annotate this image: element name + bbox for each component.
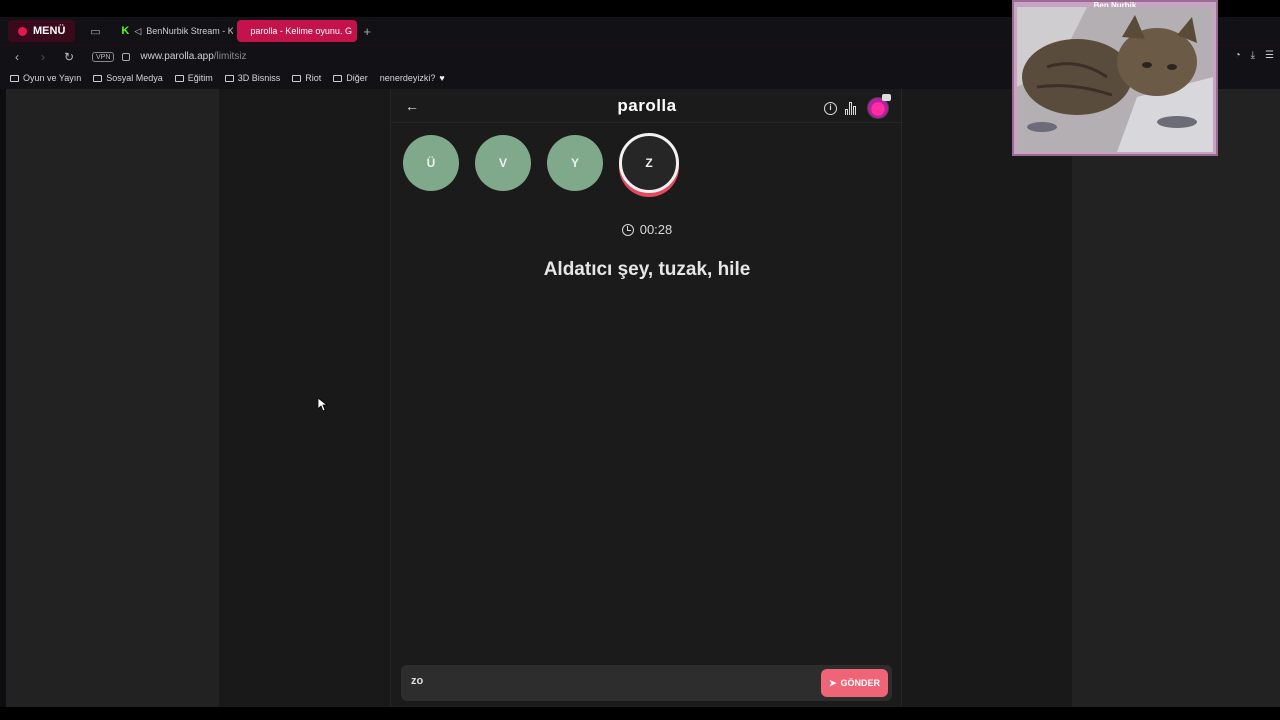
folder-icon bbox=[333, 74, 343, 82]
letter-bubble-correct: V bbox=[475, 135, 531, 191]
info-icon[interactable]: i bbox=[824, 101, 837, 115]
letter-wheel: Ü V Y Z bbox=[403, 133, 679, 193]
browser-toolbar-right: ◔ ⤓ ☰ bbox=[1235, 50, 1274, 61]
bottom-strip bbox=[0, 707, 1280, 720]
forward-icon[interactable]: › bbox=[34, 50, 52, 64]
reload-icon[interactable]: ↻ bbox=[60, 50, 78, 64]
cat-picture bbox=[1017, 7, 1213, 152]
bookmark-nenerdeyizki[interactable]: nenerdeyizki? ♥ bbox=[380, 73, 445, 83]
profile-icon[interactable]: ◔ bbox=[1235, 50, 1241, 61]
opera-logo-icon bbox=[18, 26, 27, 36]
bookmark-label: Eğitim bbox=[187, 73, 213, 83]
page-right-gutter bbox=[1072, 89, 1280, 707]
letter-bubble-current: Z bbox=[619, 133, 679, 193]
page-left-gutter bbox=[6, 89, 219, 707]
bookmark-3d-bisniss[interactable]: 3D Bisniss bbox=[224, 73, 281, 83]
kick-logo-icon: K bbox=[121, 25, 130, 37]
back-icon[interactable]: ‹ bbox=[8, 50, 26, 64]
tab-label: BenNurbik Stream - K bbox=[146, 26, 234, 36]
url-field[interactable]: www.parolla.app/limitsiz bbox=[140, 51, 246, 62]
bookmark-diger[interactable]: Diğer bbox=[333, 73, 368, 83]
speaker-muted-icon[interactable]: ◁ bbox=[134, 26, 141, 37]
heart-icon: ♥ bbox=[439, 73, 445, 83]
bookmark-sosyal-medya[interactable]: Sosyal Medya bbox=[93, 73, 163, 83]
question-text: Aldatıcı şey, tuzak, hile bbox=[543, 259, 751, 280]
letter-bubble-correct: Ü bbox=[403, 135, 459, 191]
webcam-cat-image bbox=[1017, 7, 1213, 152]
gamepad-icon[interactable]: ▭ bbox=[81, 25, 109, 38]
bookmark-riot[interactable]: Riot bbox=[292, 73, 321, 83]
game-header: ← parolla i bbox=[391, 89, 903, 123]
send-arrow-icon: ➤ bbox=[828, 677, 837, 688]
tab-parolla[interactable]: parolla - Kelime oyunu. G bbox=[237, 20, 358, 42]
easy-setup-icon[interactable]: ☰ bbox=[1265, 50, 1274, 61]
url-domain: www.parolla.app bbox=[140, 51, 214, 62]
timer: 00:28 bbox=[391, 222, 903, 237]
mouse-cursor-icon bbox=[318, 398, 328, 412]
lock-icon[interactable] bbox=[122, 52, 131, 61]
bookmark-label: Diğer bbox=[346, 73, 368, 83]
url-path: /limitsiz bbox=[213, 51, 247, 62]
answer-input[interactable] bbox=[411, 675, 801, 687]
bookmark-label: 3D Bisniss bbox=[237, 73, 281, 83]
folder-icon bbox=[174, 74, 184, 82]
bookmark-label: nenerdeyizki? bbox=[379, 73, 436, 83]
bookmark-egitim[interactable]: Eğitim bbox=[174, 73, 213, 83]
game-panel: ← parolla i Ü V Y Z 00:28 Aldatıcı şey, … bbox=[390, 89, 903, 707]
bookmark-label: Sosyal Medya bbox=[106, 73, 163, 83]
folder-icon bbox=[292, 74, 302, 82]
browser-menu-button[interactable]: MENÜ bbox=[8, 20, 76, 42]
bookmark-label: Riot bbox=[305, 73, 322, 83]
bookmark-oyun-ve-yayin[interactable]: Oyun ve Yayın bbox=[10, 73, 81, 83]
webcam-overlay: Ben Nurbik bbox=[1012, 0, 1218, 156]
tab-kick-stream[interactable]: K ◁ BenNurbik Stream - K bbox=[113, 20, 233, 42]
menu-label: MENÜ bbox=[33, 25, 66, 37]
send-label: GÖNDER bbox=[840, 678, 881, 688]
clock-icon bbox=[621, 223, 634, 236]
header-actions: i bbox=[824, 94, 891, 119]
vpn-badge[interactable]: VPN bbox=[92, 51, 115, 62]
download-icon[interactable]: ⤓ bbox=[1251, 50, 1255, 61]
bookmark-label: Oyun ve Yayın bbox=[23, 73, 82, 83]
folder-icon bbox=[10, 74, 19, 82]
folder-icon bbox=[224, 74, 234, 82]
screen: MENÜ ▭ K ◁ BenNurbik Stream - K parolla … bbox=[0, 0, 1280, 720]
tab-label: parolla - Kelime oyunu. G bbox=[250, 26, 352, 36]
folder-icon bbox=[93, 74, 103, 82]
avatar[interactable] bbox=[867, 94, 891, 119]
new-tab-button[interactable]: + bbox=[363, 24, 371, 39]
stats-chart-icon[interactable] bbox=[845, 101, 859, 115]
letter-bubble-correct: Y bbox=[547, 135, 603, 191]
send-button[interactable]: ➤ GÖNDER bbox=[821, 669, 888, 697]
answer-form: ➤ GÖNDER bbox=[401, 665, 892, 701]
timer-value: 00:28 bbox=[639, 222, 673, 237]
